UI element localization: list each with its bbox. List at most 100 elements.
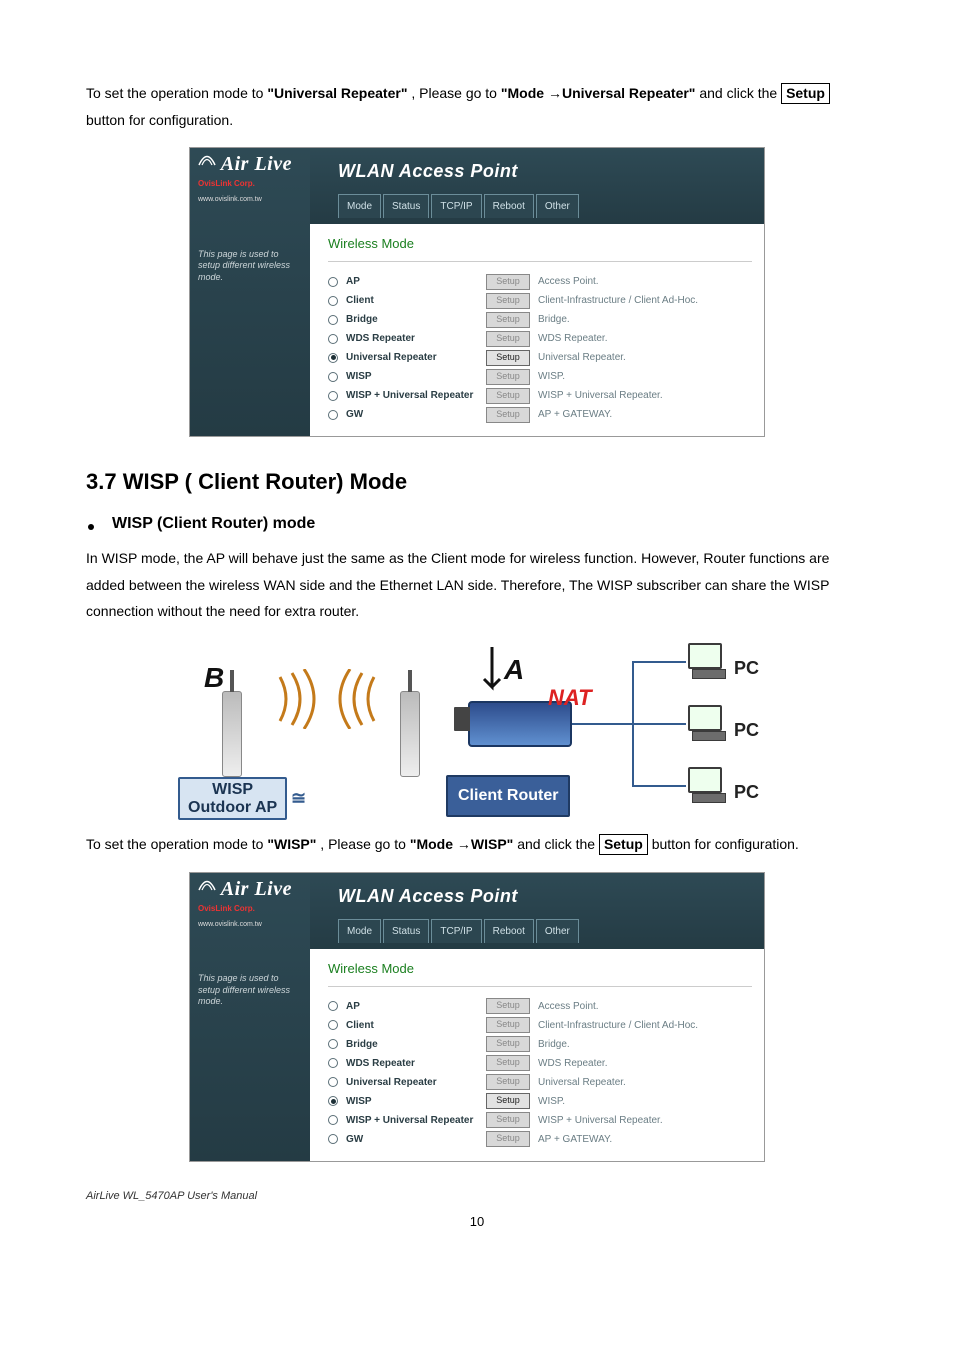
mode-row: GWSetupAP + GATEWAY. bbox=[328, 1130, 752, 1149]
tab-other[interactable]: Other bbox=[536, 194, 579, 218]
mode-radio[interactable] bbox=[328, 353, 338, 363]
setup-button[interactable]: Setup bbox=[486, 1093, 530, 1109]
mode-description: Bridge. bbox=[538, 310, 570, 329]
mode-radio[interactable] bbox=[328, 296, 338, 306]
wireless-waves-icon bbox=[272, 669, 382, 729]
pc-icon bbox=[688, 643, 728, 683]
bullet-wisp-mode: WISP (Client Router) mode bbox=[86, 509, 868, 539]
ovislink-corp: OvisLink Corp. bbox=[198, 901, 302, 916]
mode-label[interactable]: WISP + Universal Repeater bbox=[346, 1111, 478, 1130]
pc-label: PC bbox=[734, 775, 759, 809]
router-sidebar: Air Live OvisLink Corp. www.ovislink.com… bbox=[190, 148, 310, 436]
mode-description: Universal Repeater. bbox=[538, 1073, 626, 1092]
mode-row: GW Setup AP + GATEWAY. bbox=[328, 405, 752, 424]
mode-row: WISP + Universal RepeaterSetupWISP + Uni… bbox=[328, 386, 752, 405]
mode-radio[interactable] bbox=[328, 277, 338, 287]
mode-description: WDS Repeater. bbox=[538, 1054, 607, 1073]
mode-label[interactable]: Universal Repeater bbox=[346, 348, 478, 367]
txt-bold: Universal Repeater" bbox=[562, 85, 695, 101]
mode-label[interactable]: Client bbox=[346, 291, 478, 310]
setup-button: Setup bbox=[486, 388, 530, 404]
mode-label[interactable]: WISP bbox=[346, 1092, 478, 1111]
ovislink-url: www.ovislink.com.tw bbox=[198, 193, 302, 206]
mode-row: ClientSetupClient-Infrastructure / Clien… bbox=[328, 291, 752, 310]
txt: , Please go to bbox=[320, 836, 410, 852]
mode-radio[interactable] bbox=[328, 372, 338, 382]
mode-label[interactable]: WISP + Universal Repeater bbox=[346, 386, 478, 405]
tab-other[interactable]: Other bbox=[536, 919, 579, 943]
mode-radio[interactable] bbox=[328, 315, 338, 325]
tab-status[interactable]: Status bbox=[383, 919, 429, 943]
router-header: WLAN Access Point Mode Status TCP/IP Reb… bbox=[310, 873, 764, 949]
router-header: WLAN Access Point Mode Status TCP/IP Reb… bbox=[310, 148, 764, 224]
setup-button: Setup bbox=[486, 331, 530, 347]
mode-label[interactable]: Universal Repeater bbox=[346, 1073, 478, 1092]
tab-mode[interactable]: Mode bbox=[338, 194, 381, 218]
mode-radio[interactable] bbox=[328, 410, 338, 420]
sidebar-note: This page is used to setup different wir… bbox=[198, 249, 302, 284]
mode-row: WISP + Universal RepeaterSetupWISP + Uni… bbox=[328, 1111, 752, 1130]
mode-row: WDS Repeater Setup WDS Repeater. bbox=[328, 329, 752, 348]
mode-label[interactable]: GW bbox=[346, 1130, 478, 1149]
tab-mode[interactable]: Mode bbox=[338, 919, 381, 943]
txt: To set the operation mode to bbox=[86, 836, 267, 852]
txt-bold: "Universal Repeater" bbox=[267, 85, 407, 101]
mode-label[interactable]: Client bbox=[346, 1016, 478, 1035]
setup-button: Setup bbox=[486, 1131, 530, 1147]
wire bbox=[572, 723, 634, 725]
arrow-down-icon bbox=[478, 647, 506, 701]
arrow-icon: → bbox=[457, 836, 471, 852]
mode-radio[interactable] bbox=[328, 391, 338, 401]
mode-description: AP + GATEWAY. bbox=[538, 405, 612, 424]
mode-radio[interactable] bbox=[328, 1039, 338, 1049]
mode-radio[interactable] bbox=[328, 1077, 338, 1087]
airlive-logo: Air Live bbox=[198, 879, 302, 899]
mode-radio[interactable] bbox=[328, 1134, 338, 1144]
mode-description: Universal Repeater. bbox=[538, 348, 626, 367]
bullet-label: WISP (Client Router) mode bbox=[112, 509, 315, 539]
mode-radio[interactable] bbox=[328, 1001, 338, 1011]
router-title: WLAN Access Point bbox=[338, 879, 754, 913]
mode-label[interactable]: GW bbox=[346, 405, 478, 424]
setup-button: Setup bbox=[486, 407, 530, 423]
mode-description: WDS Repeater. bbox=[538, 329, 607, 348]
mode-description: Access Point. bbox=[538, 272, 599, 291]
mode-label[interactable]: WDS Repeater bbox=[346, 329, 478, 348]
mode-description: WISP + Universal Repeater. bbox=[538, 1111, 663, 1130]
label-a: A bbox=[504, 643, 524, 696]
mode-radio[interactable] bbox=[328, 1020, 338, 1030]
wireless-small-waves-icon: ≅ bbox=[291, 781, 306, 815]
mode-radio[interactable] bbox=[328, 1058, 338, 1068]
mode-radio[interactable] bbox=[328, 1115, 338, 1125]
router-screenshot-universal-repeater: Air Live OvisLink Corp. www.ovislink.com… bbox=[189, 147, 765, 437]
mode-description: Access Point. bbox=[538, 997, 599, 1016]
heading-3-7: 3.7 WISP ( Client Router) Mode bbox=[86, 461, 868, 503]
section-title: Wireless Mode bbox=[328, 232, 752, 257]
tab-reboot[interactable]: Reboot bbox=[484, 919, 534, 943]
mode-label[interactable]: AP bbox=[346, 997, 478, 1016]
mode-row: Universal RepeaterSetupUniversal Repeate… bbox=[328, 1073, 752, 1092]
mode-row: WISPSetupWISP. bbox=[328, 1092, 752, 1111]
wisp-description: In WISP mode, the AP will behave just th… bbox=[86, 545, 868, 625]
tab-tcpip[interactable]: TCP/IP bbox=[431, 194, 481, 218]
txt: and click the bbox=[699, 85, 781, 101]
setup-button[interactable]: Setup bbox=[486, 350, 530, 366]
mode-description: Client-Infrastructure / Client Ad-Hoc. bbox=[538, 291, 698, 310]
mode-radio[interactable] bbox=[328, 1096, 338, 1106]
setup-box-label: Setup bbox=[599, 834, 648, 855]
mode-label[interactable]: WDS Repeater bbox=[346, 1054, 478, 1073]
mode-label[interactable]: WISP bbox=[346, 367, 478, 386]
mode-label[interactable]: Bridge bbox=[346, 1035, 478, 1054]
mode-label[interactable]: Bridge bbox=[346, 310, 478, 329]
txt: button for configuration. bbox=[86, 112, 233, 128]
wire bbox=[632, 785, 686, 787]
tab-status[interactable]: Status bbox=[383, 194, 429, 218]
router-sidebar: Air Live OvisLink Corp. www.ovislink.com… bbox=[190, 873, 310, 1161]
pc-label: PC bbox=[734, 713, 759, 747]
mode-label[interactable]: AP bbox=[346, 272, 478, 291]
mode-radio[interactable] bbox=[328, 334, 338, 344]
setup-button: Setup bbox=[486, 1017, 530, 1033]
tab-tcpip[interactable]: TCP/IP bbox=[431, 919, 481, 943]
tab-reboot[interactable]: Reboot bbox=[484, 194, 534, 218]
mode-row: Universal Repeater Setup Universal Repeate… bbox=[328, 348, 752, 367]
